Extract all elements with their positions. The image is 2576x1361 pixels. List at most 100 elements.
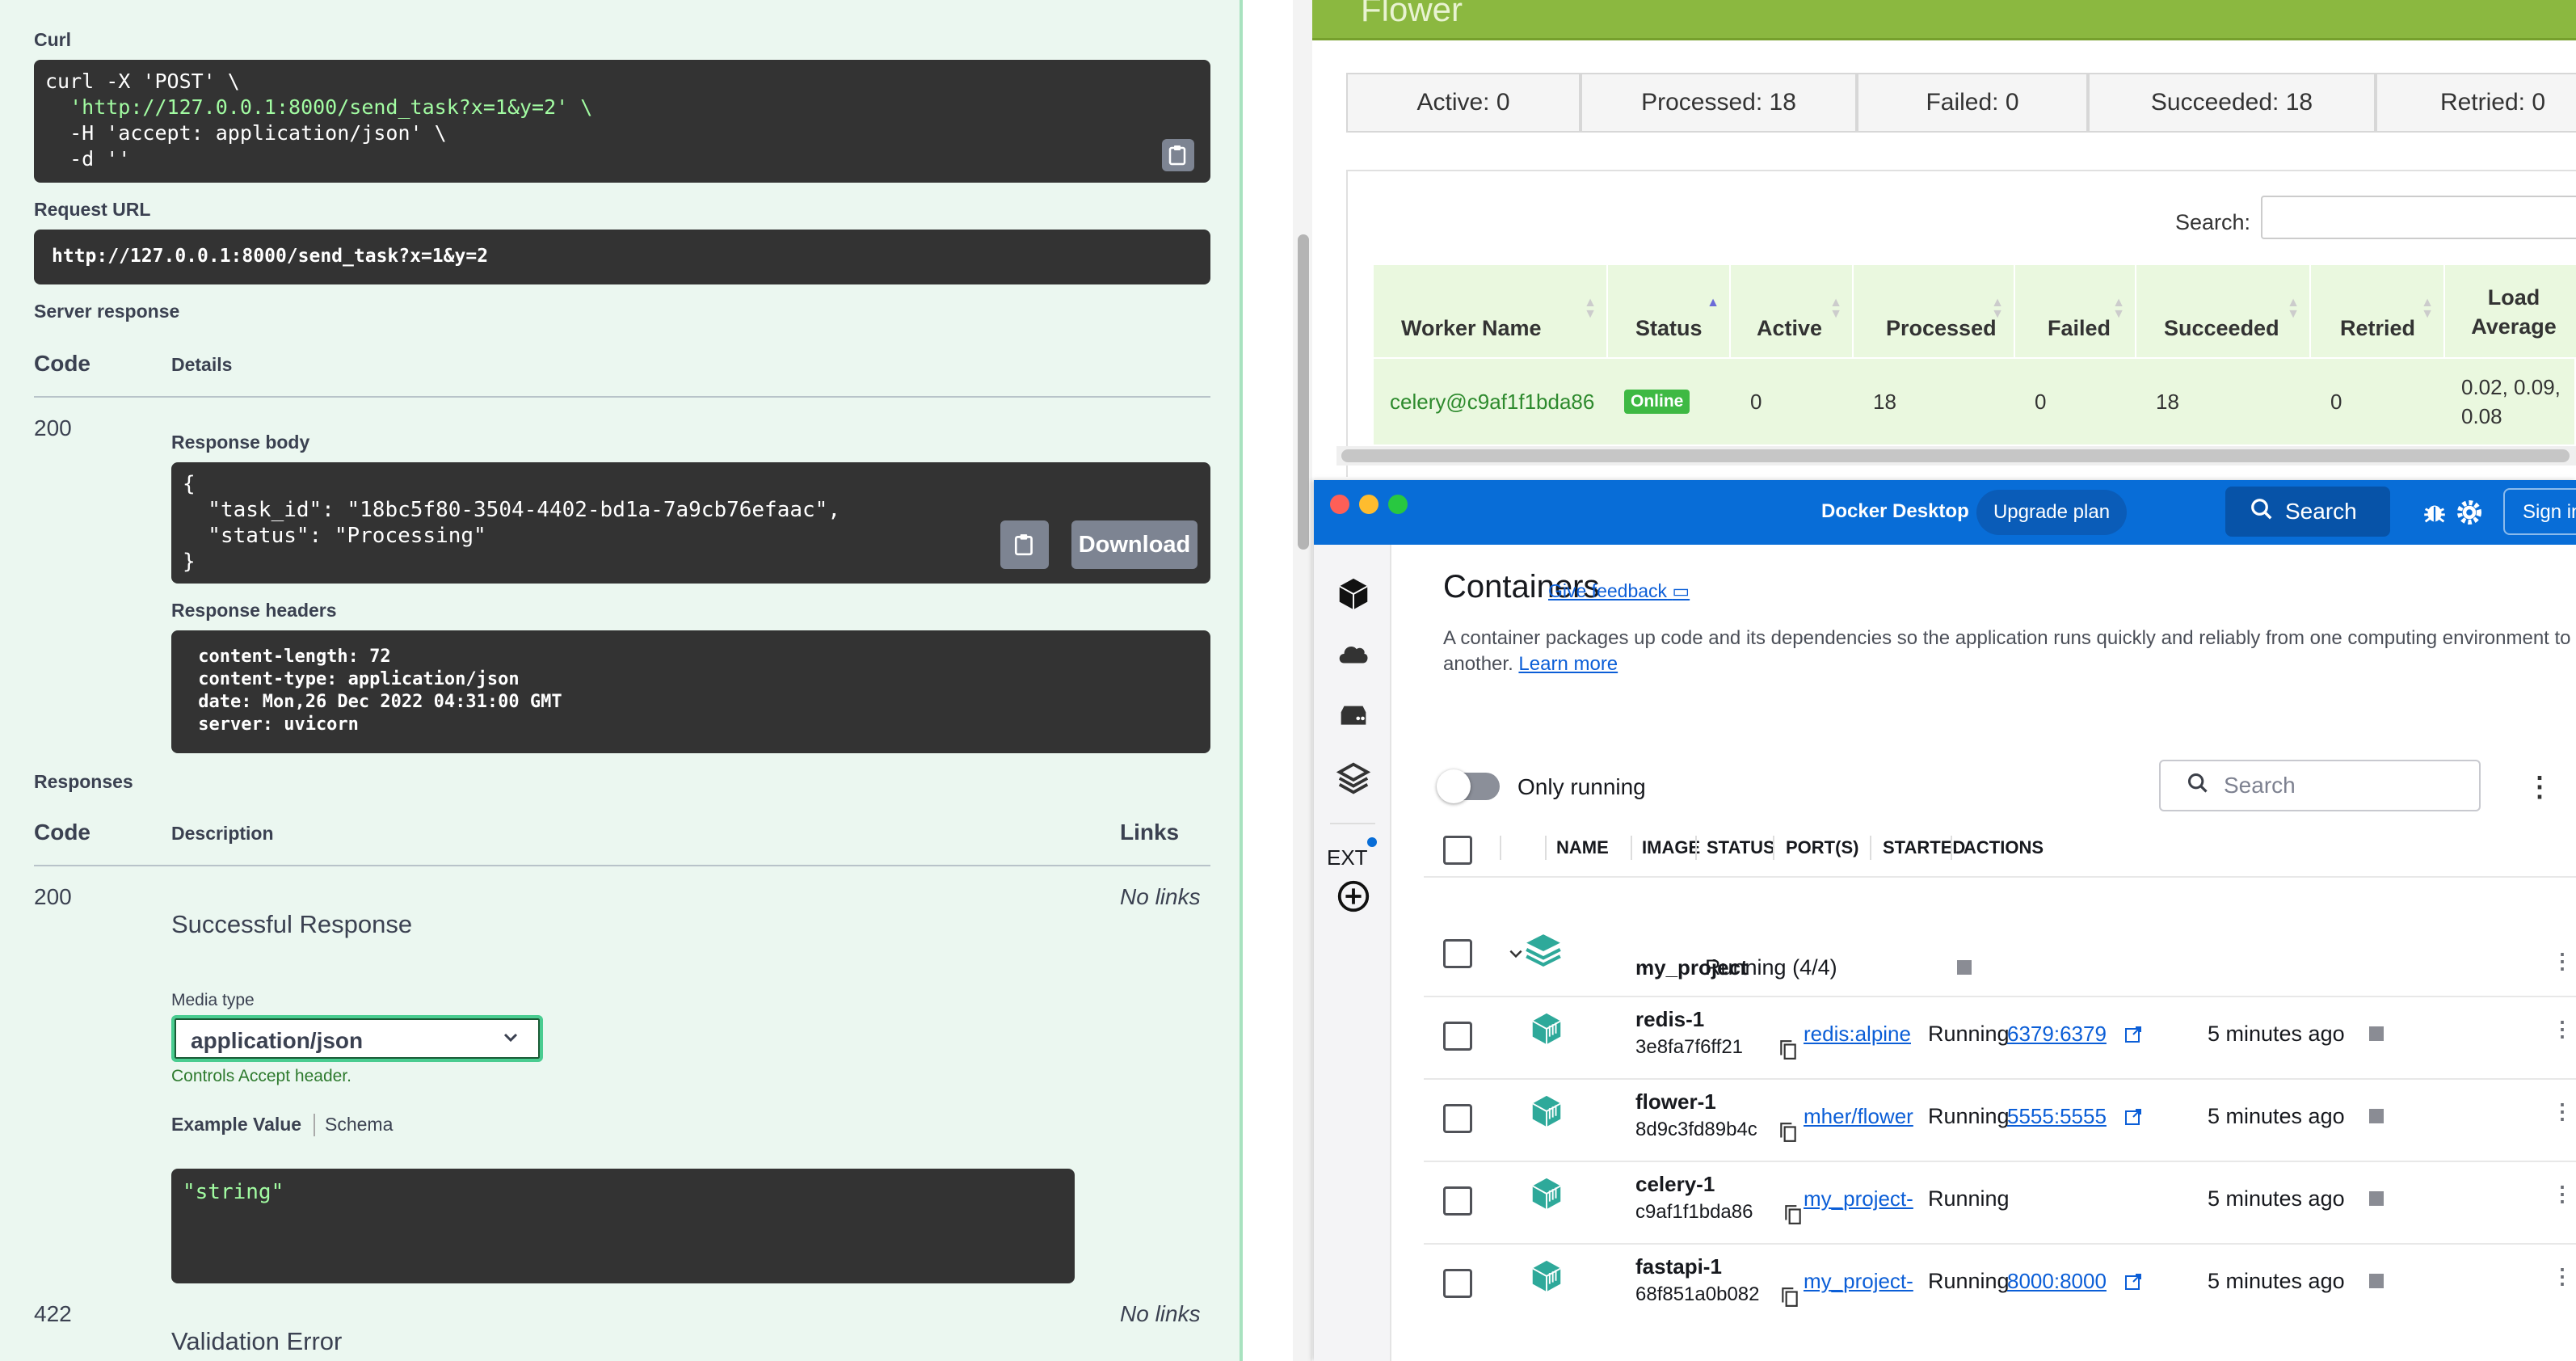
close-window-button[interactable] — [1330, 495, 1349, 514]
scrollbar-track[interactable] — [1293, 0, 1312, 1361]
column-name[interactable]: NAME — [1556, 837, 1609, 858]
media-type-select[interactable]: application/json — [171, 1015, 543, 1062]
example-value-tab[interactable]: Example Value — [171, 1114, 301, 1136]
stop-icon[interactable] — [2369, 1191, 2384, 1206]
row-menu-icon[interactable]: ⋮ — [2552, 1017, 2573, 1042]
column-worker-name[interactable]: Worker Name ▲ ▼ — [1374, 265, 1608, 357]
extensions-label[interactable]: EXT — [1327, 845, 1368, 870]
container-id: c9af1f1bda86 — [1635, 1201, 1753, 1223]
stop-icon[interactable] — [2369, 1274, 2384, 1288]
containers-icon[interactable] — [1335, 575, 1372, 613]
curl-line: 'http://127.0.0.1:8000/send_task?x=1&y=2… — [45, 95, 593, 119]
stop-icon[interactable] — [2369, 1109, 2384, 1123]
column-status[interactable]: Status ▲ — [1608, 265, 1731, 357]
container-image-link[interactable]: my_project- — [1804, 1269, 1921, 1294]
learn-more-link[interactable]: Learn more — [1518, 653, 1618, 675]
worker-name-link[interactable]: celery@c9af1f1bda86 — [1374, 359, 1608, 445]
more-options-icon[interactable]: ⋮ — [2526, 771, 2553, 803]
container-checkbox[interactable] — [1443, 1104, 1472, 1133]
external-link-icon[interactable] — [2124, 1025, 2143, 1048]
add-extension-icon[interactable] — [1335, 878, 1372, 915]
column-status[interactable]: STATUS — [1707, 837, 1775, 858]
maximize-window-button[interactable] — [1388, 495, 1408, 514]
header-line: server: uvicorn — [187, 714, 370, 735]
schema-tab[interactable]: Schema — [325, 1114, 393, 1136]
column-label: Succeeded — [2164, 316, 2279, 340]
stop-icon[interactable] — [1957, 960, 1972, 975]
column-succeeded[interactable]: Succeeded ▲ ▼ — [2136, 265, 2311, 357]
column-ports[interactable]: PORT(S) — [1786, 837, 1858, 858]
upgrade-plan-button[interactable]: Upgrade plan — [1976, 490, 2127, 535]
media-type-label: Media type — [171, 991, 255, 1009]
container-image-link[interactable]: my_project- — [1804, 1186, 1921, 1211]
search-input[interactable] — [2261, 196, 2576, 239]
cloud-icon[interactable] — [1335, 635, 1372, 672]
response-headers-block: content-length: 72 content-type: applica… — [171, 630, 1210, 753]
copy-icon[interactable] — [1162, 139, 1194, 171]
builds-icon[interactable] — [1335, 760, 1372, 797]
column-load-average[interactable]: Load Average — [2445, 265, 2576, 357]
download-button[interactable]: Download — [1071, 520, 1198, 569]
container-checkbox[interactable] — [1443, 1269, 1472, 1298]
curl-line: -d '' — [45, 147, 131, 171]
stop-icon[interactable] — [2369, 1026, 2384, 1041]
column-image[interactable]: IMAGE — [1642, 837, 1700, 858]
copy-icon[interactable] — [1779, 1285, 1800, 1313]
container-search-input[interactable]: Search — [2159, 760, 2481, 811]
responses-label: Responses — [34, 771, 133, 792]
external-link-icon[interactable] — [2124, 1272, 2143, 1296]
select-all-checkbox[interactable] — [1443, 836, 1472, 865]
port-link[interactable]: 6379:6379 — [2007, 1022, 2107, 1047]
divider — [34, 396, 1210, 398]
stat-active[interactable]: Active: 0 — [1346, 73, 1581, 133]
row-menu-icon[interactable]: ⋮ — [2552, 1182, 2573, 1207]
copy-icon[interactable] — [1783, 1203, 1804, 1231]
container-name[interactable]: celery-1 — [1635, 1172, 1715, 1197]
port-link[interactable]: 5555:5555 — [2007, 1104, 2107, 1129]
stat-processed[interactable]: Processed: 18 — [1581, 73, 1857, 133]
gear-icon[interactable] — [2455, 498, 2484, 531]
chevron-down-icon[interactable] — [1508, 946, 1524, 966]
flower-title[interactable]: Flower — [1361, 0, 1463, 29]
container-image-link[interactable]: mher/flower — [1804, 1104, 1921, 1129]
column-processed[interactable]: Processed ▲ ▼ — [1854, 265, 2015, 357]
toggle-knob[interactable] — [1437, 769, 1471, 803]
example-value: "string" — [183, 1180, 284, 1204]
container-name[interactable]: flower-1 — [1635, 1089, 1716, 1115]
minimize-window-button[interactable] — [1359, 495, 1378, 514]
container-checkbox[interactable] — [1443, 1186, 1472, 1216]
container-name[interactable]: redis-1 — [1635, 1007, 1704, 1032]
stat-failed[interactable]: Failed: 0 — [1857, 73, 2088, 133]
volumes-icon[interactable] — [1335, 698, 1372, 735]
container-name[interactable]: fastapi-1 — [1635, 1254, 1722, 1279]
copy-icon[interactable] — [1778, 1120, 1799, 1148]
column-failed[interactable]: Failed ▲ ▼ — [2015, 265, 2136, 357]
column-actions[interactable]: ACTIONS — [1964, 837, 2044, 858]
column-started[interactable]: STARTED — [1883, 837, 1965, 858]
column-active[interactable]: Active ▲ ▼ — [1731, 265, 1854, 357]
column-retried[interactable]: Retried ▲ ▼ — [2311, 265, 2445, 357]
port-link[interactable]: 8000:8000 — [2007, 1269, 2107, 1294]
sign-in-button[interactable]: Sign in — [2503, 488, 2576, 535]
stat-retried[interactable]: Retried: 0 — [2376, 73, 2576, 133]
project-checkbox[interactable] — [1443, 939, 1472, 968]
flower-navbar — [1312, 0, 2576, 40]
copy-icon[interactable] — [1778, 1038, 1799, 1066]
table-scrollbar-thumb[interactable] — [1341, 449, 2570, 462]
container-image-link[interactable]: redis:alpine — [1804, 1022, 1921, 1047]
row-divider — [1424, 1161, 2576, 1162]
stat-succeeded[interactable]: Succeeded: 18 — [2088, 73, 2376, 133]
container-status: Running — [1928, 1186, 2010, 1211]
row-menu-icon[interactable]: ⋮ — [2552, 1099, 2573, 1124]
external-link-icon[interactable] — [2124, 1107, 2143, 1131]
container-icon — [1527, 1093, 1566, 1128]
container-checkbox[interactable] — [1443, 1022, 1472, 1051]
global-search-button[interactable]: Search — [2225, 487, 2390, 537]
only-running-label: Only running — [1517, 774, 1646, 799]
row-menu-icon[interactable]: ⋮ — [2552, 1264, 2573, 1289]
bug-icon[interactable] — [2421, 498, 2448, 531]
row-menu-icon[interactable]: ⋮ — [2552, 949, 2573, 974]
give-feedback-link[interactable]: Give feedback ▭ — [1548, 580, 1690, 602]
copy-icon[interactable] — [1000, 520, 1049, 569]
scrollbar-thumb[interactable] — [1298, 234, 1309, 550]
